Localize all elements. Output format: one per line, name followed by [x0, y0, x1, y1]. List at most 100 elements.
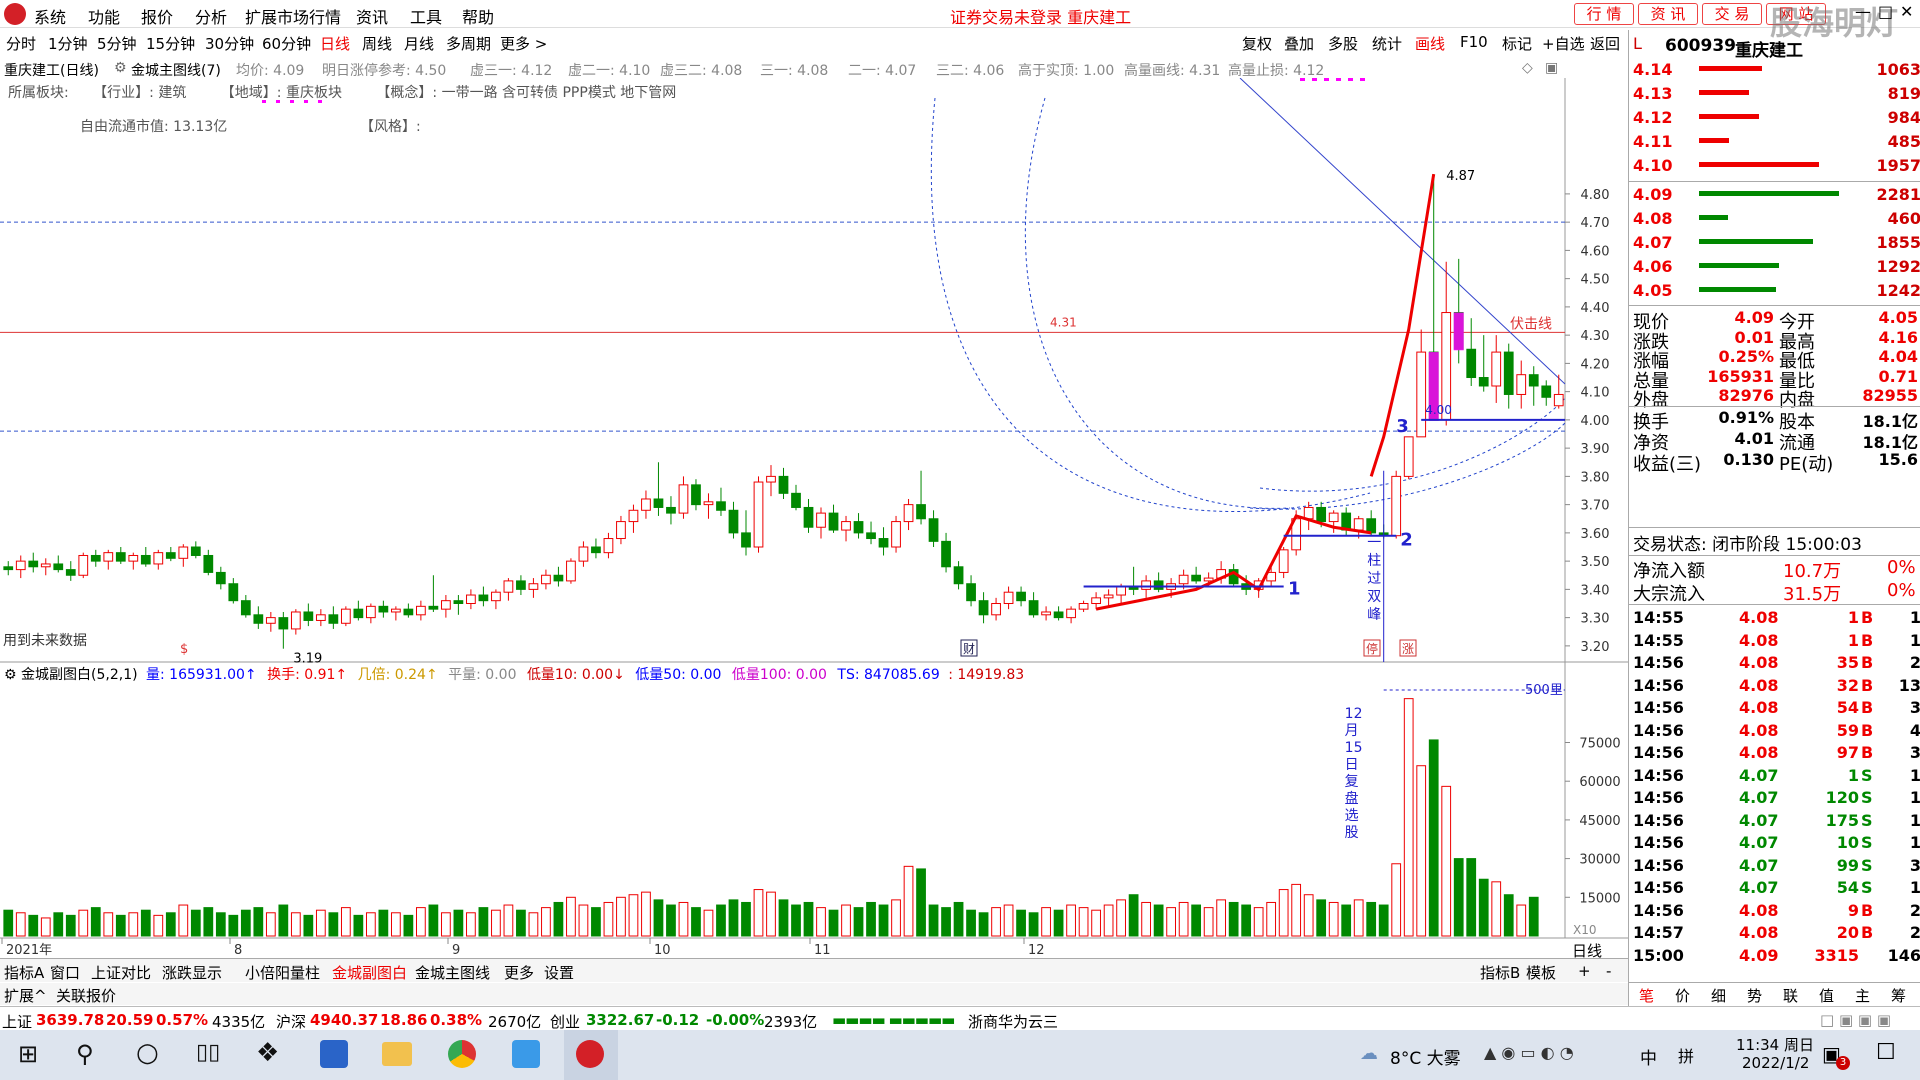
menu-news[interactable]: 资讯: [356, 4, 388, 28]
cortana-icon[interactable]: ○: [136, 1038, 159, 1068]
add-watchlist-button[interactable]: +自选: [1542, 33, 1585, 54]
menu-function[interactable]: 功能: [88, 4, 120, 28]
ask-row[interactable]: 4.12 984: [1629, 108, 1920, 132]
tab-main[interactable]: 主: [1855, 985, 1870, 1006]
tab-settings[interactable]: 设置: [544, 962, 574, 983]
tab-value[interactable]: 值: [1819, 985, 1834, 1006]
bid-row[interactable]: 4.06 1292: [1629, 257, 1920, 281]
action-center-icon[interactable]: ☐: [1876, 1040, 1896, 1065]
store-icon[interactable]: [320, 1040, 348, 1068]
ask-row[interactable]: 4.13 819: [1629, 84, 1920, 108]
tab-more-sub[interactable]: 更多: [504, 962, 534, 983]
tick-volume: 97: [1836, 743, 1859, 762]
vol-indicator-name[interactable]: 金城副图白(5,2,1): [21, 667, 138, 683]
tab-related-quote[interactable]: 关联报价: [56, 985, 116, 1006]
tab-jc-sub-white[interactable]: 金城副图白: [332, 962, 407, 983]
tab-multi-period[interactable]: 多周期: [446, 33, 491, 54]
restore-rights-button[interactable]: 复权: [1242, 33, 1272, 54]
clock-time[interactable]: 11:34 周日: [1736, 1034, 1814, 1055]
multi-stock-button[interactable]: 多股: [1328, 33, 1358, 54]
menu-quote[interactable]: 报价: [141, 4, 173, 28]
menu-extended-market[interactable]: 扩展市场行情: [245, 4, 341, 28]
tab-detail[interactable]: 细: [1711, 985, 1726, 1006]
kline-chart[interactable]: 4.873.194.31 伏击线4.00123一柱过双峰12月15日复盘选股500…: [0, 78, 1628, 958]
overlay-button[interactable]: 叠加: [1284, 33, 1314, 54]
chrome-icon[interactable]: [448, 1040, 476, 1068]
tab-small-bar[interactable]: 小倍阳量柱: [245, 962, 320, 983]
tab-60min[interactable]: 60分钟: [262, 33, 311, 54]
stats-button[interactable]: 统计: [1372, 33, 1402, 54]
tab-extend[interactable]: 扩展^: [4, 985, 47, 1006]
tab-weekly[interactable]: 周线: [362, 33, 392, 54]
tab-jc-main-line[interactable]: 金城主图线: [415, 962, 490, 983]
ask-row[interactable]: 4.14 1063: [1629, 60, 1920, 84]
bid-row[interactable]: 4.08 460: [1629, 209, 1920, 233]
tab-ticks[interactable]: 笔: [1639, 985, 1654, 1006]
back-button[interactable]: 返回: [1590, 33, 1620, 54]
volume-settings-icon[interactable]: ⚙: [4, 667, 17, 683]
tab-template[interactable]: 模板: [1526, 962, 1556, 983]
ask-row[interactable]: 4.11 485: [1629, 132, 1920, 156]
weather-text[interactable]: 8°C 大雾: [1390, 1044, 1461, 1069]
tab-indicator-a[interactable]: 指标A: [4, 962, 44, 983]
ime-mode-icon[interactable]: 拼: [1678, 1043, 1694, 1067]
zoom-out-button[interactable]: -: [1606, 962, 1611, 980]
bid-row[interactable]: 4.09 2281: [1629, 185, 1920, 209]
app-logo-icon[interactable]: [4, 3, 26, 25]
tick-direction: S: [1861, 810, 1873, 830]
tab-daily[interactable]: 日线: [320, 33, 350, 54]
menu-help[interactable]: 帮助: [462, 4, 494, 28]
tab-5min[interactable]: 5分钟: [97, 33, 137, 54]
maximize-icon[interactable]: □: [1878, 2, 1893, 21]
windows-start-icon[interactable]: ⊞: [18, 1040, 38, 1068]
tab-window[interactable]: 窗口: [50, 962, 80, 983]
file-explorer-icon[interactable]: [382, 1042, 412, 1066]
diamond-icon[interactable]: ◇: [1522, 60, 1533, 76]
bid-row[interactable]: 4.05 1242: [1629, 281, 1920, 305]
mark-button[interactable]: 标记: [1502, 33, 1532, 54]
news-button[interactable]: 资 讯: [1638, 3, 1698, 25]
tab-30min[interactable]: 30分钟: [205, 33, 254, 54]
bid-row[interactable]: 4.07 1855: [1629, 233, 1920, 257]
feishu-icon[interactable]: [512, 1040, 540, 1068]
tab-15min[interactable]: 15分钟: [146, 33, 195, 54]
trading-app-icon[interactable]: [576, 1040, 604, 1068]
tab-monthly[interactable]: 月线: [404, 33, 434, 54]
menu-system[interactable]: 系统: [34, 4, 66, 28]
status-icons[interactable]: □ ▣ ▣ ▣: [1820, 1011, 1891, 1029]
minimize-icon[interactable]: —: [1855, 2, 1871, 21]
f10-button[interactable]: F10: [1460, 33, 1488, 51]
tab-trend[interactable]: 势: [1747, 985, 1762, 1006]
tray-icons[interactable]: ▲ ◉ ▭ ◐ ◔: [1484, 1043, 1574, 1062]
clock-date[interactable]: 2022/1/2: [1742, 1054, 1809, 1072]
tab-indicator-b[interactable]: 指标B: [1480, 962, 1520, 983]
tab-price[interactable]: 价: [1675, 985, 1690, 1006]
tab-intraday[interactable]: 分时: [6, 33, 36, 54]
draw-line-button[interactable]: 画线: [1415, 33, 1445, 54]
tab-link[interactable]: 联: [1783, 985, 1798, 1006]
cy-index-name[interactable]: 创业: [550, 1011, 580, 1032]
tab-chips[interactable]: 筹: [1891, 985, 1906, 1006]
tab-sh-compare[interactable]: 上证对比: [91, 962, 151, 983]
panel-icon[interactable]: ▣: [1545, 60, 1558, 76]
tab-rise-fall[interactable]: 涨跌显示: [162, 962, 222, 983]
close-icon[interactable]: ✕: [1900, 2, 1913, 21]
ime-lang[interactable]: 中: [1640, 1044, 1657, 1069]
settings-icon[interactable]: ⚙: [114, 60, 127, 76]
market-button[interactable]: 行 情: [1574, 3, 1634, 25]
sz-index-name[interactable]: 沪深: [276, 1011, 306, 1032]
tab-more[interactable]: 更多 >: [500, 33, 547, 54]
sh-index-name[interactable]: 上证: [2, 1011, 32, 1032]
task-view-icon[interactable]: ▯▯: [196, 1040, 220, 1065]
order-volume: 1292: [1876, 257, 1920, 276]
search-icon[interactable]: ⚲: [76, 1040, 94, 1068]
tab-1min[interactable]: 1分钟: [48, 33, 88, 54]
zoom-in-button[interactable]: +: [1578, 962, 1591, 980]
price-tick-label: 4.30: [1581, 329, 1610, 344]
menu-tools[interactable]: 工具: [410, 4, 442, 28]
app-pinwheel-icon[interactable]: ❖: [256, 1038, 279, 1068]
ask-row[interactable]: 4.10 1957: [1629, 156, 1920, 180]
trade-button[interactable]: 交 易: [1702, 3, 1762, 25]
menu-analysis[interactable]: 分析: [195, 4, 227, 28]
indicator-name[interactable]: 金城主图线(7): [131, 60, 221, 80]
